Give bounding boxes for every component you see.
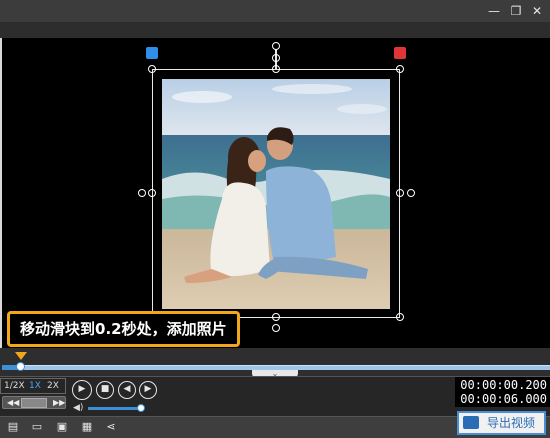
resize-handle-left[interactable] [148,189,156,197]
minimize-icon[interactable]: — [486,3,502,19]
speed-2x[interactable]: 2X [47,379,59,393]
step-forward-icon[interactable]: ▶▶ [53,397,65,408]
new-project-icon[interactable]: ▤ [6,420,20,434]
current-time: 00:00:00.200 [460,378,547,392]
step-back-icon[interactable]: ◀◀ [7,397,19,408]
save-as-icon[interactable]: ▦ [80,420,94,434]
speed-1x[interactable]: 1X [29,379,41,393]
volume-level [88,407,141,410]
title-bar: — ❐ ✕ [0,0,550,22]
close-icon[interactable]: ✕ [529,3,545,19]
resize-handle-top[interactable] [272,65,280,73]
instruction-tooltip: 移动滑块到0.2秒处，添加照片 [7,311,240,347]
stretch-handle-bottom[interactable] [272,324,280,332]
stretch-handle-right[interactable] [407,189,415,197]
stage-top-strip [0,22,550,38]
restore-icon[interactable]: ❐ [508,3,524,19]
stop-button[interactable]: ■ [96,381,114,399]
open-folder-icon[interactable]: ▭ [30,420,44,434]
video-editor-window: — ❐ ✕ 移动滑块到0.2秒处，添加照片 ⌄ 1/2X 1X 2X ◀◀ ▶▶… [0,0,550,438]
resize-handle-top-left[interactable] [148,65,156,73]
timeline-slider-knob[interactable] [16,362,26,371]
resize-handle-top-right[interactable] [396,65,404,73]
save-icon[interactable]: ▣ [55,420,69,434]
rotate-handle[interactable] [272,42,280,50]
selection-frame[interactable] [152,69,400,318]
frame-step-thumb[interactable] [21,398,47,408]
stretch-handle-left[interactable] [138,189,146,197]
resize-handle-bottom-right[interactable] [396,313,404,321]
volume-icon[interactable]: ◀) [73,403,83,413]
next-frame-button[interactable]: ▶ [139,381,157,399]
speed-half[interactable]: 1/2X [4,379,25,393]
play-button[interactable]: ▶ [72,380,92,400]
export-icon [463,416,479,429]
prev-frame-button[interactable]: ◀ [118,381,136,399]
delete-icon[interactable] [394,47,406,59]
resize-handle-right[interactable] [396,189,404,197]
timecode-display: 00:00:00.200 00:00:06.000 [455,377,550,407]
export-video-label: 导出视频 [487,416,536,430]
rotate-handle-mid[interactable] [272,54,280,62]
layer-list-icon[interactable] [146,47,158,59]
resize-handle-bottom[interactable] [272,313,280,321]
playhead-marker[interactable] [15,352,27,360]
total-time: 00:00:06.000 [460,392,547,406]
share-icon[interactable]: ⋖ [104,420,118,434]
